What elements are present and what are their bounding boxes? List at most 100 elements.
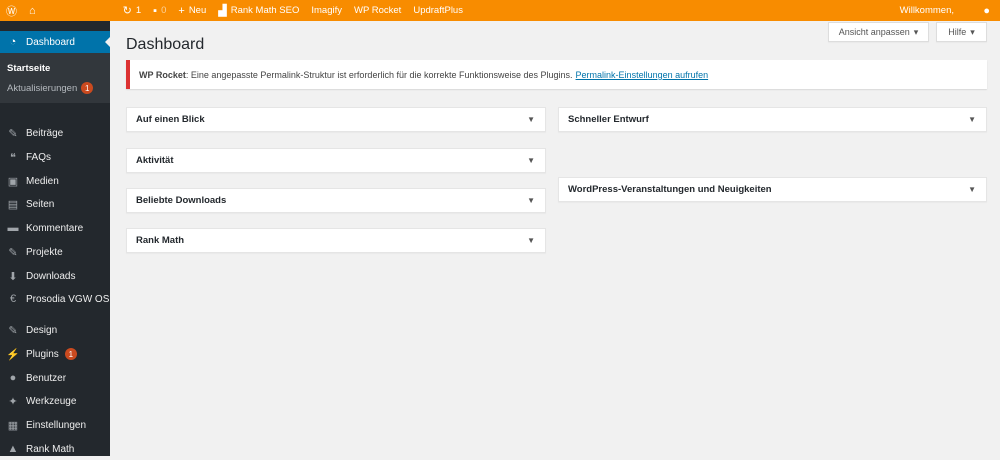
label: Kommentare [26, 222, 84, 234]
sidebar-item-benutzer[interactable]: ● Benutzer [0, 367, 110, 389]
label: Prosodia VGW OS [26, 293, 110, 305]
menu-icon: € [9, 293, 17, 305]
label: Rank Math [26, 443, 75, 455]
sidebar-item-medien[interactable]: ▣ Medien [0, 170, 110, 192]
sidebar-item-beitr-ge[interactable]: ✎ Beiträge [0, 122, 110, 144]
widget-title: Auf einen Blick [136, 114, 205, 125]
welcome-link[interactable]: Willkommen, [894, 0, 960, 21]
admin-bar: Ⓦ ⌂ ↻ 1 ▪ 0 + Neu ▟ Rank Math SEO Imagify WP… [0, 0, 1000, 21]
updates-count: 1 [135, 5, 142, 16]
label: Hilfe [948, 27, 967, 37]
sidebar-item-downloads[interactable]: ⬇ Downloads [0, 265, 110, 287]
widget-rank-math[interactable]: Rank Math ▼ [126, 228, 546, 253]
label: Medien [26, 175, 59, 187]
label: Rank Math SEO [230, 5, 300, 16]
menu-icon: ▣ [7, 175, 19, 188]
sidebar-item-dashboard[interactable]: ◔ Dashboard [0, 31, 110, 53]
menu-icon: ✎ [8, 127, 18, 140]
page-title: Dashboard [126, 36, 205, 53]
comments-link[interactable]: ▪ 0 [147, 0, 172, 21]
rank-math-seo-link[interactable]: ▟ Rank Math SEO [212, 0, 305, 21]
toggle-arrow-icon[interactable]: ▼ [527, 115, 535, 124]
toggle-arrow-icon[interactable]: ▼ [527, 156, 535, 165]
new-label: Neu [188, 5, 207, 16]
permalink-settings-link[interactable]: Permalink-Einstellungen aufrufen [576, 70, 709, 80]
label: Imagify [311, 5, 342, 16]
comment-icon: ▪ [153, 4, 158, 17]
sidebar-item-rank-math[interactable]: ▲ Rank Math [0, 438, 110, 460]
menu-icon: ⬇ [8, 270, 18, 283]
comments-count: 0 [161, 5, 167, 16]
toggle-arrow-icon[interactable]: ▼ [527, 236, 535, 245]
label: Dashboard [26, 36, 75, 48]
sidebar-item-einstellungen[interactable]: ▦ Einstellungen [0, 414, 110, 436]
label: Design [26, 324, 58, 336]
widget-wordpress-veranstaltungen-und-neuigkeiten[interactable]: WordPress-Veranstaltungen und Neuigkeite… [558, 177, 987, 202]
menu-icon: ❝ [10, 151, 16, 164]
update-badge: 1 [81, 82, 94, 94]
user-avatar-icon[interactable]: ● [960, 0, 1000, 21]
label: Projekte [26, 246, 63, 258]
label: WP Rocket [353, 5, 402, 16]
submenu-aktualisierungen[interactable]: Aktualisierungen 1 [7, 82, 94, 94]
label: Seiten [26, 198, 55, 210]
label: FAQs [26, 151, 52, 163]
notice-text: : Eine angepasste Permalink-Struktur ist… [185, 69, 573, 80]
label: Werkzeuge [26, 395, 77, 407]
label: Plugins [26, 348, 59, 360]
imagify-link[interactable]: Imagify [305, 0, 348, 21]
welcome-text: Willkommen, [899, 5, 954, 16]
menu-icon: ▦ [7, 419, 19, 432]
sidebar-item-design[interactable]: ✎ Design [0, 319, 110, 341]
menu-icon: ✦ [8, 395, 18, 408]
screen-options-button[interactable]: Ansicht anpassen ▾ [828, 22, 929, 42]
new-link[interactable]: + Neu [172, 0, 212, 21]
plugin-update-badge: 1 [64, 348, 77, 360]
sidebar-item-kommentare[interactable]: ▬ Kommentare [0, 217, 110, 239]
label: Beiträge [26, 127, 64, 139]
widget-aktivit-t[interactable]: Aktivität ▼ [126, 148, 546, 173]
updates-link[interactable]: ↻ 1 [117, 0, 148, 21]
label: Aktualisierungen [7, 82, 78, 94]
widget-schneller-entwurf[interactable]: Schneller Entwurf ▼ [558, 107, 987, 132]
notice-title: WP Rocket [139, 69, 186, 80]
widget-title: WordPress-Veranstaltungen und Neuigkeite… [568, 184, 772, 195]
sidebar-item-seiten[interactable]: ▤ Seiten [0, 193, 110, 215]
sidebar-item-faqs[interactable]: ❝ FAQs [0, 146, 110, 168]
wp-rocket-notice: WP Rocket: Eine angepasste Permalink-Str… [126, 60, 987, 89]
menu-icon: ⚡ [6, 348, 20, 361]
menu-icon: ▤ [7, 198, 19, 211]
help-button[interactable]: Hilfe ▾ [936, 22, 987, 42]
menu-icon: ✎ [8, 324, 18, 337]
plus-icon: + [178, 4, 185, 17]
widget-title: Aktivität [136, 155, 174, 166]
label: Einstellungen [26, 419, 87, 431]
widget-title: Rank Math [136, 235, 185, 246]
caret-down-icon: ▾ [970, 26, 975, 37]
caret-down-icon: ▾ [913, 26, 919, 37]
widget-title: Beliebte Downloads [136, 195, 227, 206]
widget-beliebte-downloads[interactable]: Beliebte Downloads ▼ [126, 188, 546, 213]
updraftplus-link[interactable]: UpdraftPlus [407, 0, 469, 21]
sidebar-item-plugins[interactable]: ⚡ Plugins 1 [0, 343, 110, 365]
label: UpdraftPlus [413, 5, 463, 16]
widget-title: Schneller Entwurf [568, 114, 649, 125]
sidebar-item-projekte[interactable]: ✎ Projekte [0, 241, 110, 263]
toggle-arrow-icon[interactable]: ▼ [527, 196, 535, 205]
menu-icon: ✎ [8, 246, 18, 259]
sidebar-item-werkzeuge[interactable]: ✦ Werkzeuge [0, 390, 110, 412]
label: Benutzer [26, 372, 67, 384]
submenu-startseite[interactable]: Startseite [7, 63, 50, 74]
menu-icon: ● [9, 372, 17, 384]
toggle-arrow-icon[interactable]: ▼ [968, 185, 976, 194]
dashboard-icon: ◔ [9, 36, 17, 48]
toggle-arrow-icon[interactable]: ▼ [968, 115, 976, 124]
wp-rocket-link[interactable]: WP Rocket [348, 0, 407, 21]
wordpress-logo-icon[interactable]: Ⓦ [0, 0, 23, 21]
home-icon[interactable]: ⌂ [23, 0, 42, 21]
widget-auf-einen-blick[interactable]: Auf einen Blick ▼ [126, 107, 546, 132]
menu-icon: ▲ [7, 443, 19, 455]
chart-icon: ▟ [218, 5, 227, 17]
sidebar-item-prosodia-vgw-os[interactable]: € Prosodia VGW OS [0, 288, 110, 310]
label: Ansicht anpassen [838, 27, 910, 37]
